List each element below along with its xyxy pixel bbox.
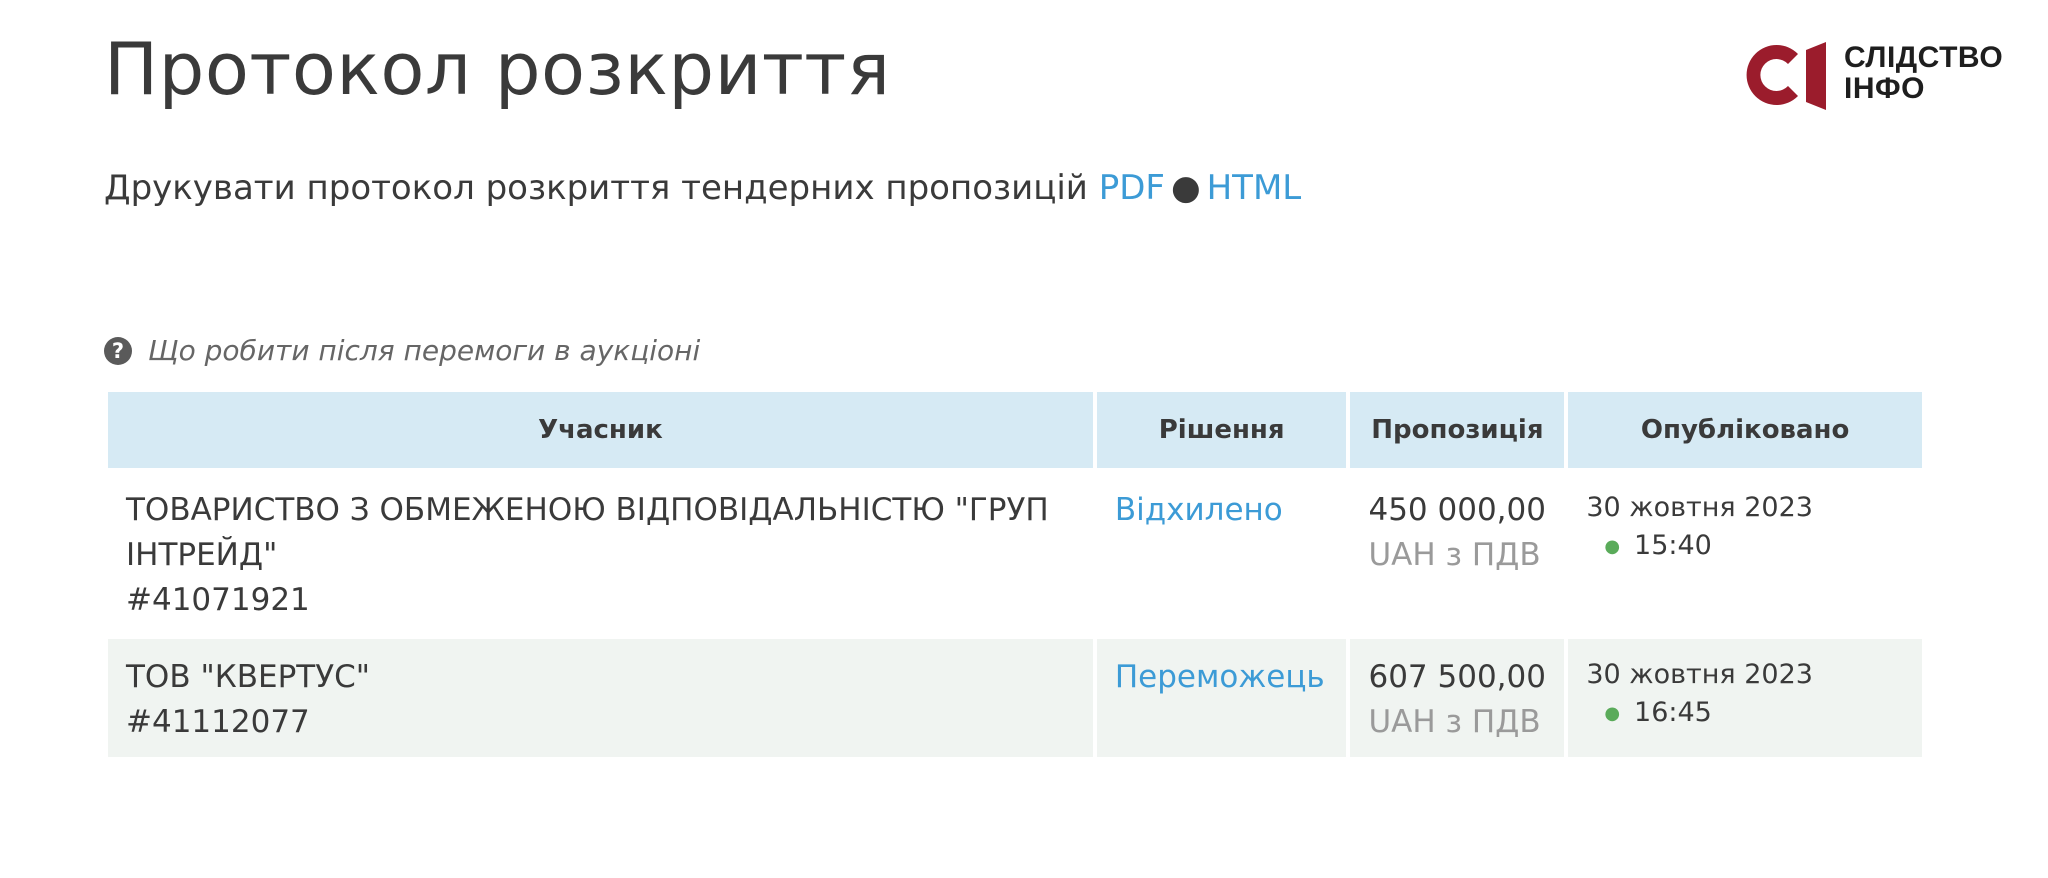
- question-circle-icon: ?: [104, 336, 132, 365]
- participant-id: #41112077: [126, 704, 310, 740]
- after-auction-help-link[interactable]: ? Що робити після перемоги в аукціоні: [104, 334, 700, 367]
- decision-cell: Відхилено: [1097, 472, 1347, 635]
- decision-link[interactable]: Переможець: [1115, 659, 1325, 695]
- header-published: Опубліковано: [1568, 392, 1922, 468]
- header-participant: Учасник: [108, 392, 1093, 468]
- bids-table: Учасник Рішення Пропозиція Опубліковано …: [104, 388, 1926, 761]
- decision-cell: Переможець: [1096, 639, 1347, 757]
- bullet-icon: ●: [1604, 535, 1621, 557]
- header-offer: Пропозиція: [1350, 392, 1565, 468]
- print-protocol-line: Друкувати протокол розкриття тендерних п…: [104, 168, 1301, 208]
- slidstvo-info-logo: СЛІДСТВО ІНФО: [1740, 40, 2030, 110]
- print-protocol-text: Друкувати протокол розкриття тендерних п…: [104, 168, 1088, 208]
- page-title: Протокол розкриття: [104, 27, 891, 111]
- table-header-row: Учасник Рішення Пропозиція Опубліковано: [108, 392, 1922, 468]
- logo-mark-icon: [1746, 42, 1826, 110]
- table-row: ТОВАРИСТВО З ОБМЕЖЕНОЮ ВІДПОВІДАЛЬНІСТЮ …: [108, 472, 1922, 635]
- logo-line-2: ІНФО: [1844, 72, 1925, 105]
- offer-amount: 607 500,00: [1368, 659, 1546, 695]
- table-row: ТОВ "КВЕРТУС" #41112077 Переможець 607 5…: [108, 639, 1922, 757]
- logo-wordmark: СЛІДСТВО ІНФО: [1844, 42, 2003, 104]
- participant-cell: ТОВ "КВЕРТУС" #41112077: [108, 639, 1093, 757]
- participant-name: ТОВАРИСТВО З ОБМЕЖЕНОЮ ВІДПОВІДАЛЬНІСТЮ …: [126, 492, 1049, 573]
- published-date: 30 жовтня 2023: [1586, 659, 1813, 690]
- decision-link[interactable]: Відхилено: [1115, 492, 1283, 528]
- participant-name: ТОВ "КВЕРТУС": [126, 659, 371, 695]
- published-time-item: ● 15:40: [1586, 528, 1904, 565]
- print-pdf-link[interactable]: PDF: [1099, 168, 1165, 208]
- offer-cell: 450 000,00 UAH з ПДВ: [1350, 472, 1564, 635]
- print-html-link[interactable]: HTML: [1207, 168, 1302, 208]
- help-link-label[interactable]: Що робити після перемоги в аукціоні: [148, 334, 700, 367]
- published-time: 15:40: [1634, 530, 1712, 561]
- published-cell: 30 жовтня 2023 ● 15:40: [1568, 472, 1922, 635]
- offer-amount: 450 000,00: [1368, 492, 1546, 528]
- separator-dot: ●: [1170, 168, 1201, 208]
- offer-cell: 607 500,00 UAH з ПДВ: [1350, 639, 1565, 757]
- offer-currency: UAH з ПДВ: [1368, 704, 1541, 740]
- participant-cell: ТОВАРИСТВО З ОБМЕЖЕНОЮ ВІДПОВІДАЛЬНІСТЮ …: [108, 472, 1093, 635]
- logo-line-1: СЛІДСТВО: [1844, 41, 2004, 74]
- published-date: 30 жовтня 2023: [1586, 492, 1813, 523]
- header-decision: Рішення: [1096, 392, 1347, 468]
- published-time: 16:45: [1634, 697, 1712, 728]
- bullet-icon: ●: [1604, 702, 1621, 724]
- offer-currency: UAH з ПДВ: [1368, 537, 1541, 573]
- published-time-item: ● 16:45: [1586, 695, 1904, 732]
- participant-id: #41071921: [126, 582, 310, 618]
- published-cell: 30 жовтня 2023 ● 16:45: [1568, 639, 1922, 757]
